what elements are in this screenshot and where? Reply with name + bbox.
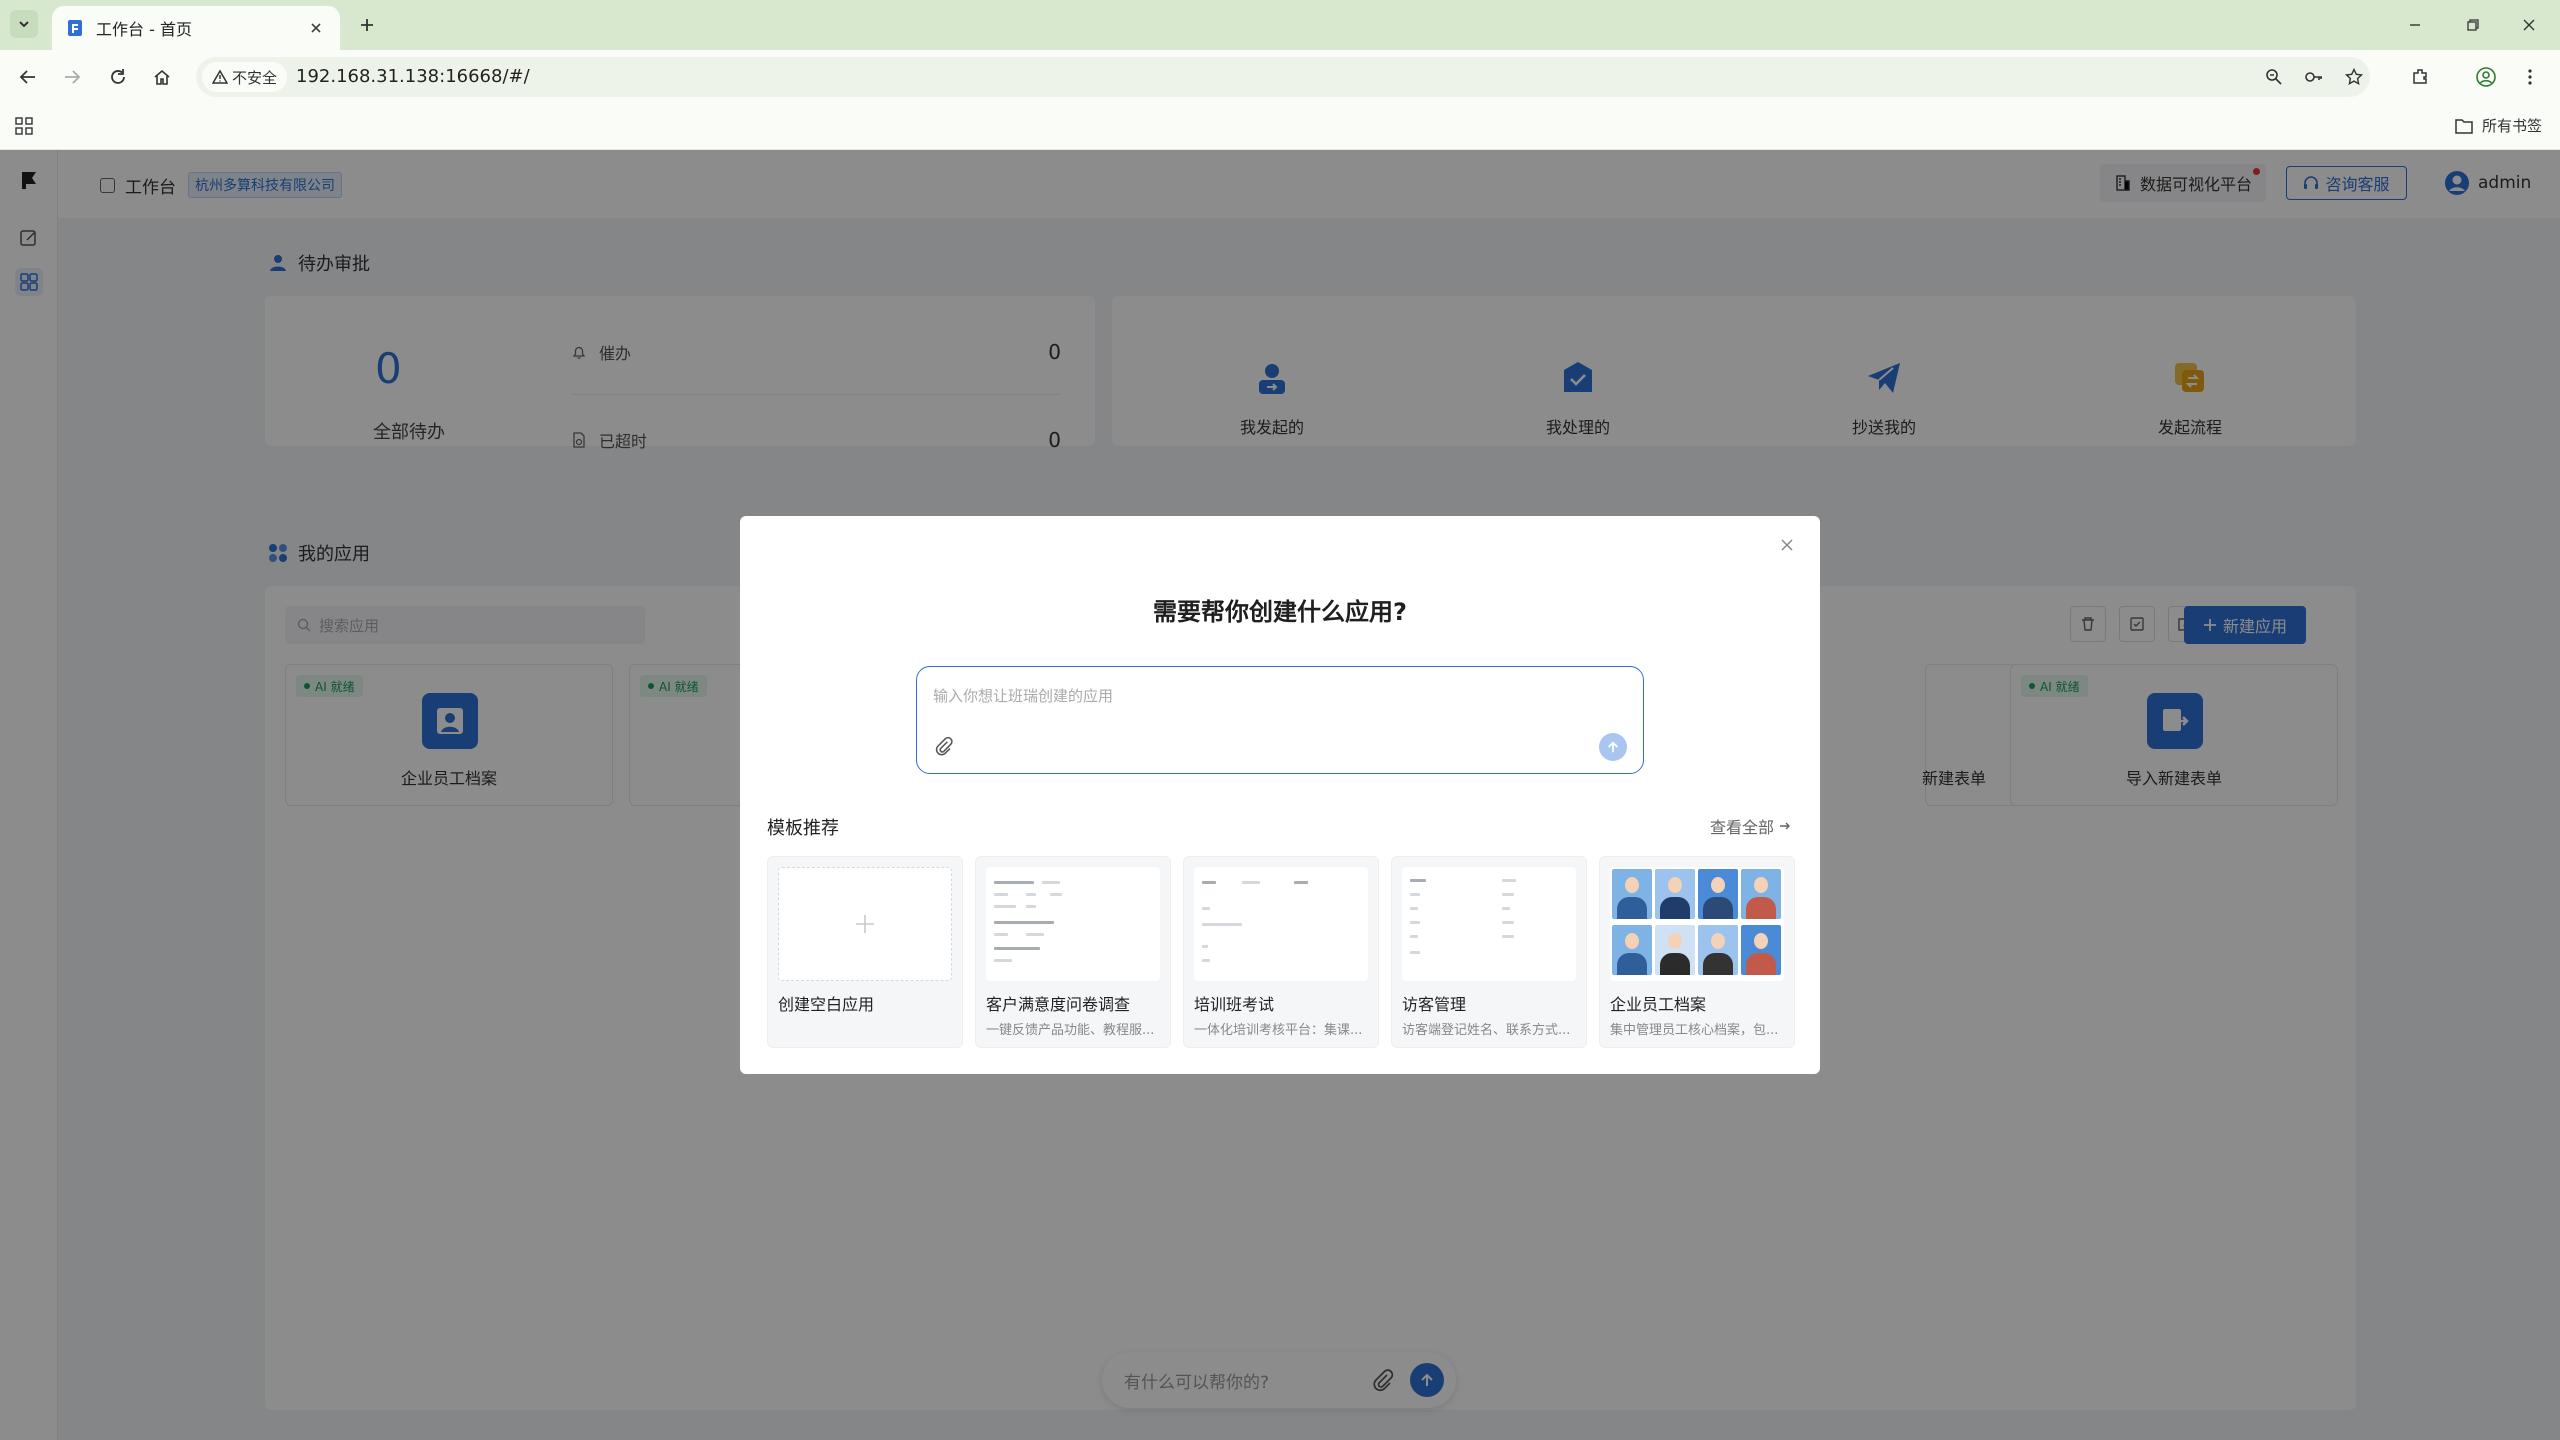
- app-prompt-input[interactable]: 输入你想让班瑞创建的应用: [916, 666, 1644, 774]
- template-card-exam[interactable]: 培训班考试 一体化培训考核平台：集课...: [1183, 856, 1379, 1048]
- templates-heading: 模板推荐: [767, 818, 839, 839]
- close-icon: [2523, 19, 2535, 31]
- plus-icon: [361, 19, 373, 31]
- template-card-employee[interactable]: 企业员工档案 集中管理员工核心档案，包...: [1599, 856, 1795, 1048]
- minimize-icon: [2410, 24, 2420, 26]
- key-icon[interactable]: [2302, 65, 2326, 89]
- employee-thumbnail: [1610, 867, 1784, 981]
- url-text[interactable]: 192.168.31.138:16668/#/: [296, 57, 530, 97]
- template-name: 创建空白应用: [778, 995, 875, 1014]
- profile-icon[interactable]: [2472, 63, 2500, 91]
- close-window-button[interactable]: [2516, 12, 2542, 38]
- security-indicator[interactable]: 不安全: [202, 62, 288, 92]
- address-bar[interactable]: 不安全 192.168.31.138:16668/#/: [196, 57, 2370, 97]
- restore-icon: [2467, 19, 2479, 31]
- template-desc: 一键反馈产品功能、教程服...: [986, 1023, 1155, 1038]
- chevron-down-icon: [19, 21, 29, 28]
- template-name: 培训班考试: [1194, 995, 1275, 1014]
- template-name: 访客管理: [1402, 995, 1467, 1014]
- security-label: 不安全: [232, 68, 278, 87]
- browser-toolbar: 不安全 192.168.31.138:16668/#/: [0, 50, 2560, 104]
- template-desc: 一体化培训考核平台：集课...: [1194, 1023, 1363, 1038]
- forward-button[interactable]: [58, 63, 86, 91]
- restore-button[interactable]: [2460, 12, 2486, 38]
- close-tab-icon[interactable]: [306, 18, 326, 38]
- blank-thumbnail: [778, 867, 952, 981]
- home-icon: [154, 69, 170, 85]
- home-button[interactable]: [148, 63, 176, 91]
- browser-tab-active[interactable]: 工作台 - 首页: [52, 6, 340, 50]
- close-dialog-button[interactable]: [1774, 532, 1800, 558]
- prompt-placeholder: 输入你想让班瑞创建的应用: [933, 687, 1114, 705]
- new-tab-button[interactable]: [354, 12, 380, 38]
- back-button[interactable]: [14, 63, 42, 91]
- template-card-blank[interactable]: 创建空白应用: [767, 856, 963, 1048]
- template-name: 客户满意度问卷调查: [986, 995, 1131, 1014]
- browser-tab-strip: 工作台 - 首页: [0, 0, 2560, 50]
- view-all-templates-link[interactable]: 查看全部: [1710, 814, 1792, 838]
- template-card-survey[interactable]: 客户满意度问卷调查 一键反馈产品功能、教程服...: [975, 856, 1171, 1048]
- template-name: 企业员工档案: [1610, 995, 1707, 1014]
- all-bookmarks-button[interactable]: 所有书签: [2454, 115, 2542, 136]
- survey-thumbnail: [986, 867, 1160, 981]
- dialog-title: 需要帮你创建什么应用?: [1153, 598, 1407, 626]
- reload-icon: [111, 69, 125, 84]
- arrow-right-icon: [65, 70, 81, 84]
- all-bookmarks-label: 所有书签: [2481, 117, 2542, 135]
- arrow-right-icon: [1780, 822, 1790, 830]
- extensions-icon[interactable]: [2406, 63, 2434, 91]
- create-app-dialog: 需要帮你创建什么应用? 输入你想让班瑞创建的应用 模板推荐 查看全部 创建空白应…: [740, 516, 1820, 1074]
- apps-grid-icon[interactable]: [14, 116, 34, 136]
- app-favicon-icon: [68, 20, 82, 36]
- bookmarks-bar: 所有书签: [0, 104, 2560, 150]
- template-card-visitor[interactable]: 访客管理 访客端登记姓名、联系方式...: [1391, 856, 1587, 1048]
- zoom-icon[interactable]: [2262, 65, 2286, 89]
- bookmark-star-icon[interactable]: [2342, 65, 2366, 89]
- plus-icon: [856, 915, 874, 933]
- warning-triangle-icon: [212, 69, 228, 84]
- paperclip-icon[interactable]: [933, 735, 955, 757]
- exam-thumbnail: [1194, 867, 1368, 981]
- template-desc: 访客端登记姓名、联系方式...: [1402, 1023, 1571, 1038]
- arrow-up-icon: [1608, 741, 1618, 753]
- tab-title: 工作台 - 首页: [96, 20, 192, 39]
- minimize-button[interactable]: [2402, 12, 2428, 38]
- tab-search-button[interactable]: [10, 10, 38, 38]
- close-icon: [1781, 539, 1793, 551]
- folder-icon: [2455, 118, 2473, 134]
- menu-kebab-icon[interactable]: [2516, 63, 2544, 91]
- visitor-thumbnail: [1402, 867, 1576, 981]
- reload-button[interactable]: [104, 63, 132, 91]
- prompt-send-button[interactable]: [1599, 733, 1627, 761]
- template-desc: 集中管理员工核心档案，包...: [1610, 1023, 1779, 1038]
- arrow-left-icon: [19, 70, 35, 84]
